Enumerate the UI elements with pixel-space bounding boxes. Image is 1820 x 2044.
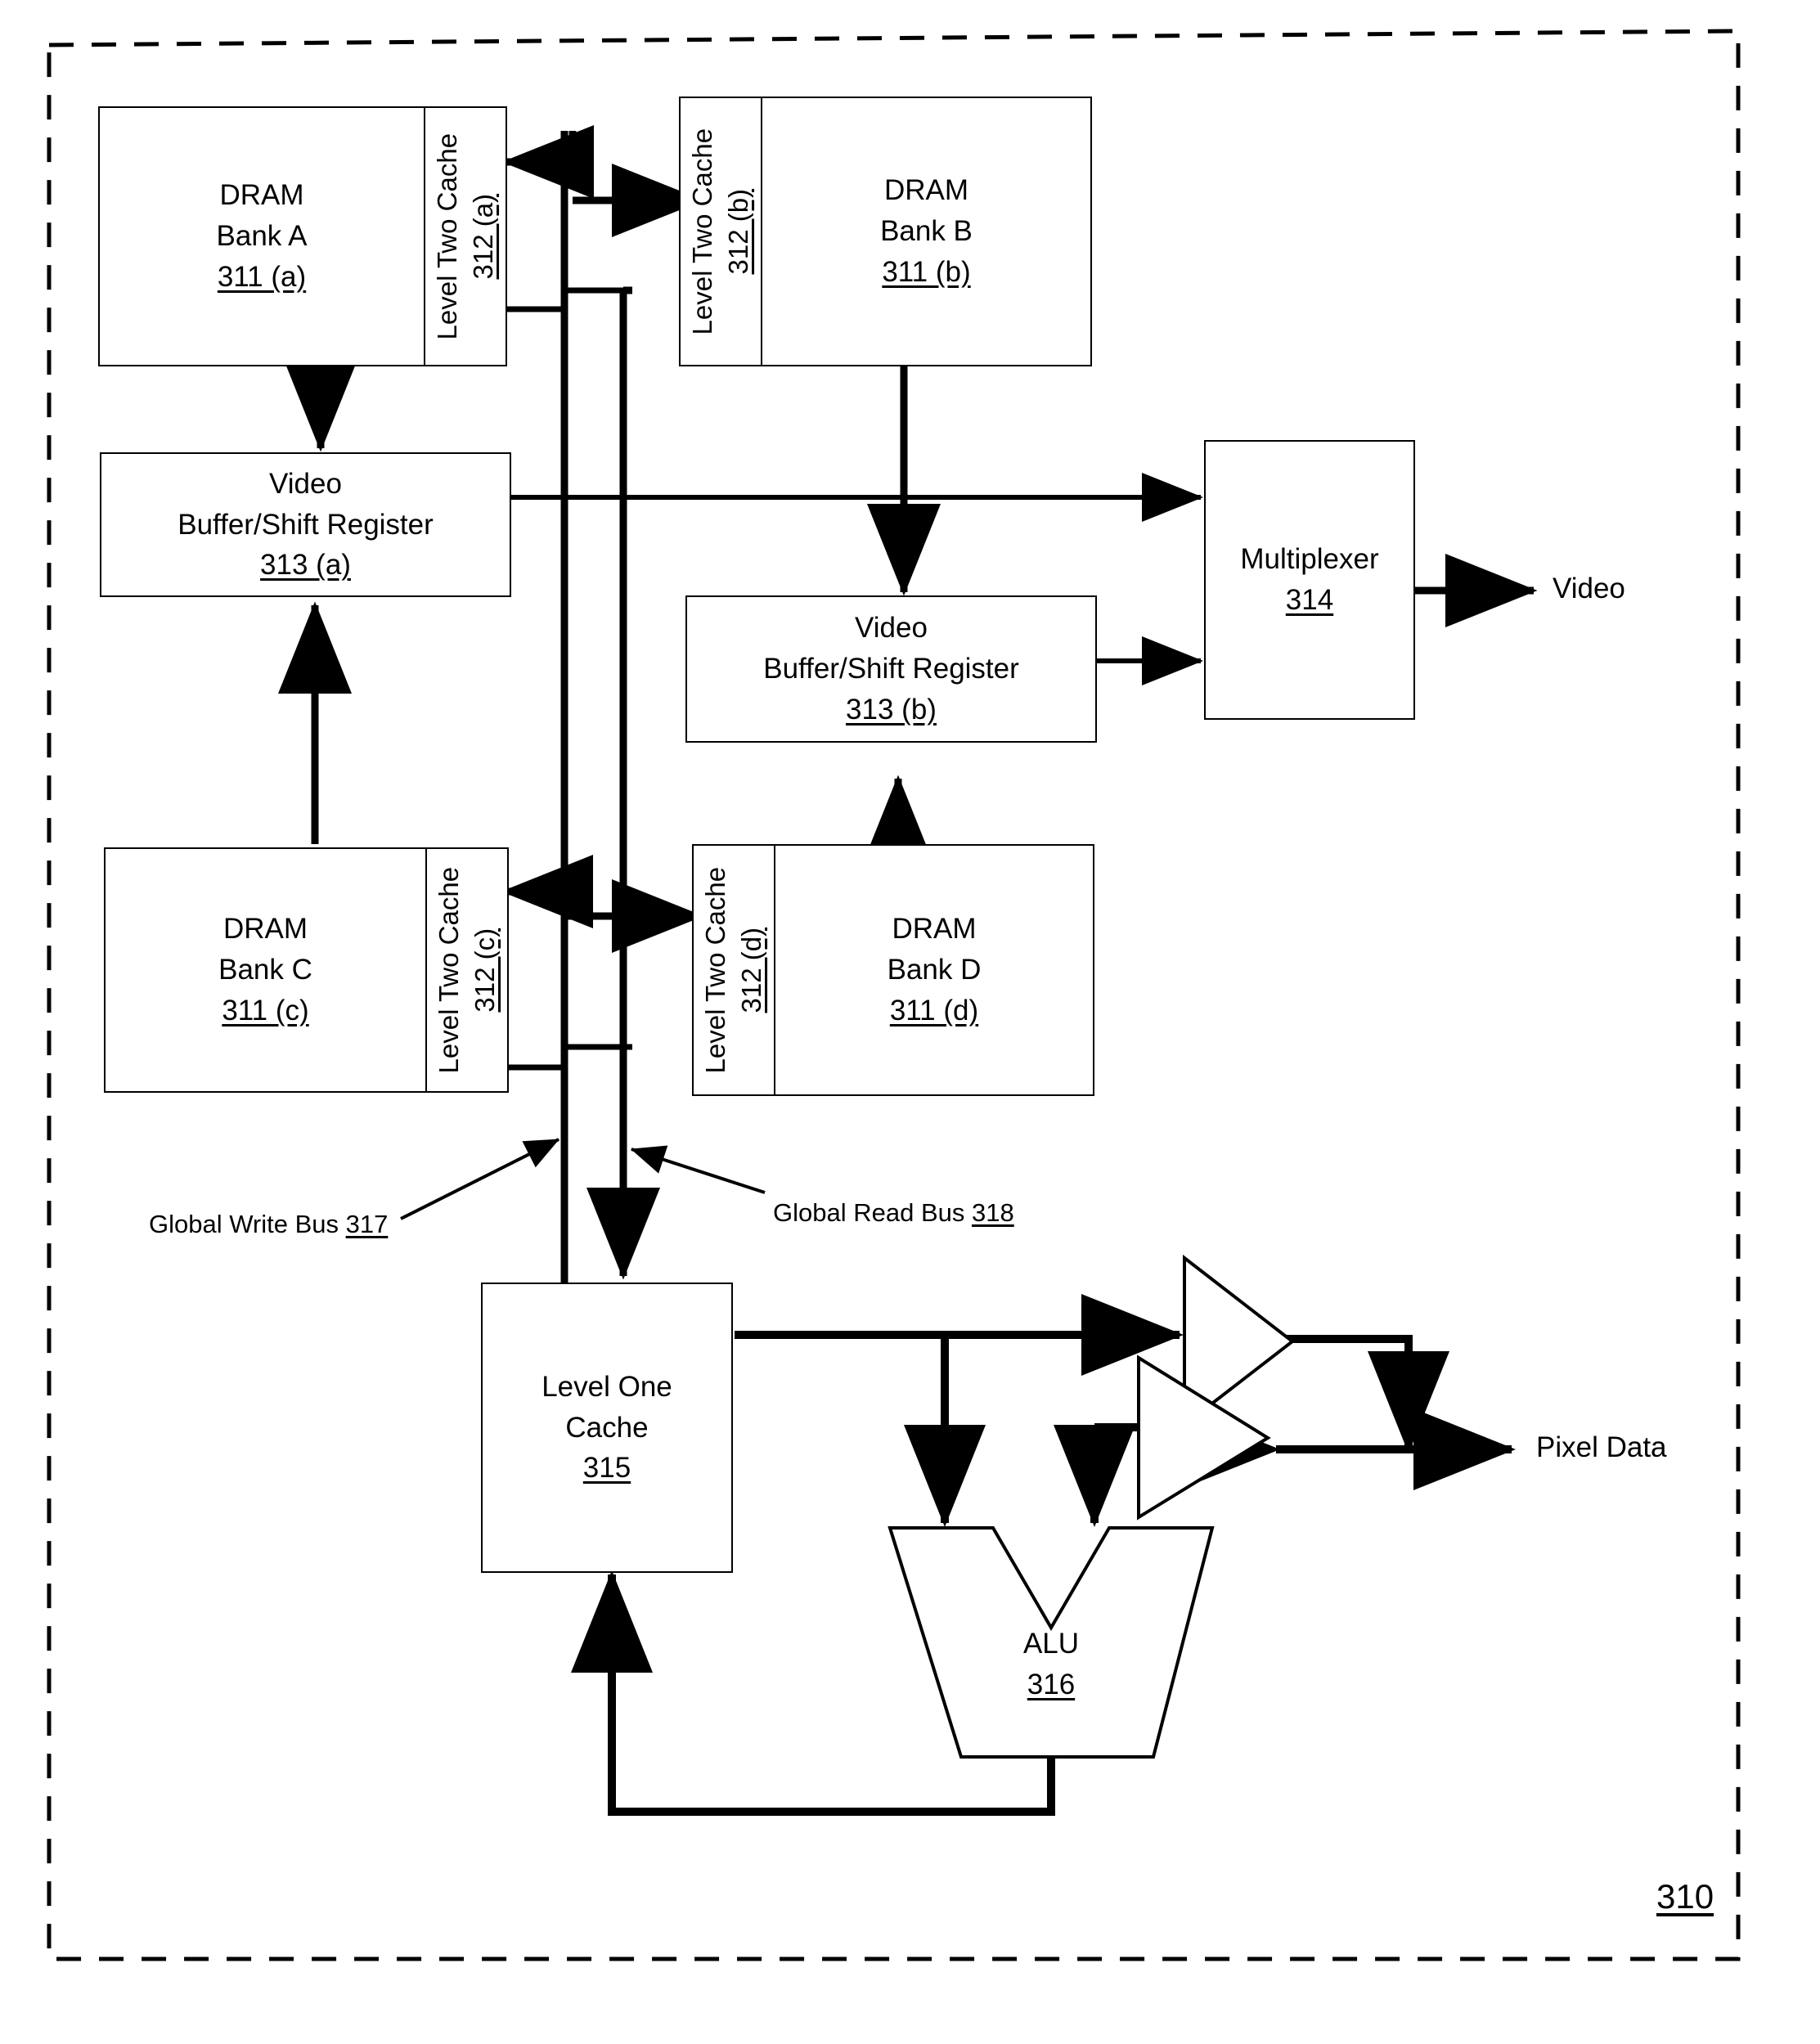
level-two-cache-c-label: Level Two Cache [433,866,464,1074]
l1-line1: Level One [542,1370,672,1403]
global-read-bus-ref: 318 [971,1198,1014,1227]
dram-a-ref: 311 (a) [217,260,307,293]
multiplexer-ref: 314 [1285,584,1334,616]
vbuf-a-line1: Video [269,467,342,500]
dram-c-line1: DRAM [222,913,308,946]
alu-ref: 316 [1027,1668,1076,1700]
dram-bank-a-block[interactable]: Level Two Cache 312 (a) DRAM Bank A 311 … [98,106,507,366]
vbuf-b-ref: 313 (b) [846,693,937,726]
video-buffer-shift-register-b-block[interactable]: Video Buffer/Shift Register 313 (b) [685,595,1097,743]
dram-d-line2: Bank D [887,954,982,986]
dram-b-line2: Bank B [880,215,973,248]
buffer1-out-to-pixel [1286,1335,1449,1453]
level-two-cache-c-ref: 312 (c) [470,928,501,1013]
write-bus-leader [400,1138,560,1220]
dram-b-line1: DRAM [883,174,969,207]
vbuf-b-line1: Video [855,612,928,645]
alu-label: ALU [1022,1628,1080,1660]
level-two-cache-d-strip[interactable]: Level Two Cache 312 (d) [694,846,775,1094]
l1-ref: 315 [582,1452,631,1485]
figure-number: 310 [1656,1877,1714,1916]
level-two-cache-b-strip[interactable]: Level Two Cache 312 (b) [681,98,762,365]
pixel-data-label: Pixel Data [1536,1431,1667,1463]
read-bus-leader [630,1145,766,1194]
level-two-cache-a-label: Level Two Cache [431,133,462,340]
level-two-cache-d-ref: 312 (d) [736,927,767,1013]
alu-text-group: ALU 316 [961,1624,1141,1705]
dram-a-line2: Bank A [216,220,308,253]
dram-d-ref: 311 (d) [889,994,979,1026]
global-read-bus-label: Global Read Bus 318 [773,1198,1014,1228]
dram-bank-c-block[interactable]: Level Two Cache 312 (c) DRAM Bank C 311 … [104,847,509,1093]
vbuf-a-line2: Buffer/Shift Register [178,508,434,541]
level-two-cache-a-strip[interactable]: Level Two Cache 312 (a) [424,108,506,365]
dram-bank-b-block[interactable]: Level Two Cache 312 (b) DRAM Bank B 311 … [679,97,1092,366]
level-two-cache-b-ref: 312 (b) [723,188,754,275]
global-read-bus-text: Global Read Bus [773,1198,972,1227]
multiplexer-block[interactable]: Multiplexer 314 [1204,440,1415,720]
dram-c-line2: Bank C [218,954,312,986]
level-two-cache-d-label: Level Two Cache [699,866,730,1074]
vbuf-a-ref: 313 (a) [260,549,351,582]
multiplexer-label: Multiplexer [1240,543,1379,576]
dram-bank-d-block[interactable]: Level Two Cache 312 (d) DRAM Bank D 311 … [692,844,1094,1096]
global-write-bus-text: Global Write Bus [149,1210,346,1238]
level-two-cache-a-ref: 312 (a) [468,193,499,280]
dram-c-ref: 311 (c) [222,994,309,1026]
video-output-label: Video [1553,573,1625,604]
video-buffer-shift-register-a-block[interactable]: Video Buffer/Shift Register 313 (a) [100,452,511,597]
l1-line2: Cache [565,1411,649,1444]
global-write-bus-label: Global Write Bus 317 [149,1210,388,1239]
dram-a-line1: DRAM [219,179,304,212]
level-two-cache-b-label: Level Two Cache [686,128,717,335]
dram-d-line1: DRAM [892,913,977,946]
global-write-bus-ref: 317 [345,1210,389,1238]
vbuf-b-line2: Buffer/Shift Register [763,653,1019,685]
level-one-cache-block[interactable]: Level One Cache 315 [481,1283,733,1573]
level-two-cache-c-strip[interactable]: Level Two Cache 312 (c) [425,849,507,1091]
dram-b-ref: 311 (b) [882,255,971,288]
